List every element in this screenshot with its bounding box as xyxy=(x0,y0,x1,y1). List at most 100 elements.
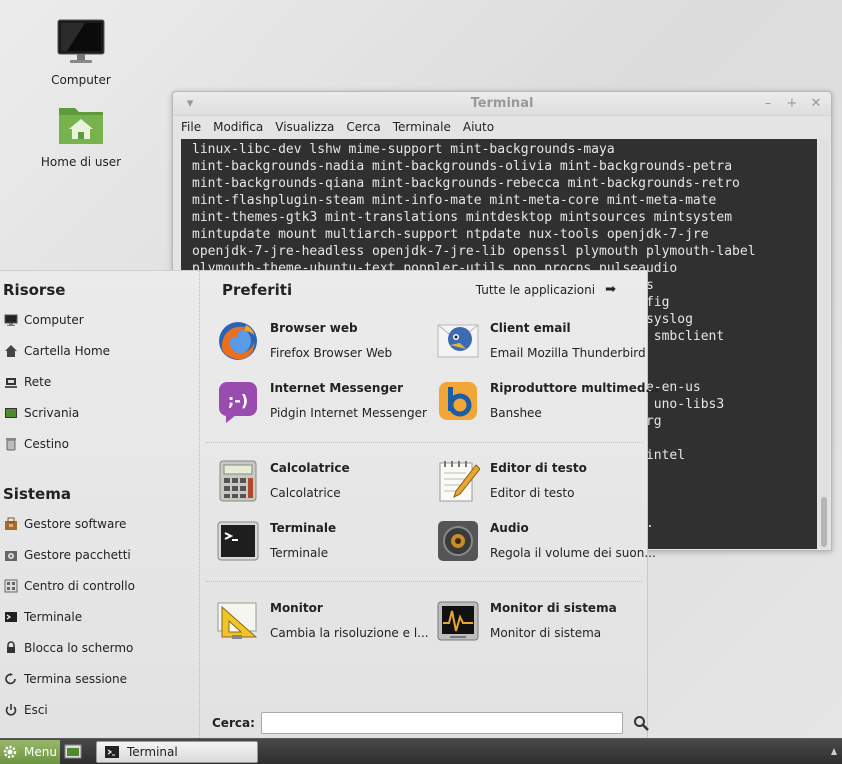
network-icon xyxy=(4,375,18,389)
package-manager-icon xyxy=(4,548,18,562)
app-client-email[interactable]: Client email Email Mozilla Thunderbird xyxy=(426,317,646,365)
text-editor-icon xyxy=(436,459,481,503)
app-monitor[interactable]: Monitor Cambia la risoluzione e l... xyxy=(206,597,429,645)
maximize-icon[interactable]: + xyxy=(783,95,801,113)
app-name: Client email xyxy=(490,321,571,335)
resources-title: Risorse xyxy=(3,281,66,299)
app-riproduttore-multimed[interactable]: Riproduttore multimed... Banshee xyxy=(426,377,659,425)
thunderbird-icon xyxy=(436,319,480,363)
menu-button-label: Menu xyxy=(24,745,57,759)
menu-item-label: Gestore software xyxy=(24,517,127,531)
terminal-line: mint-flashplugin-steam mint-info-mate mi… xyxy=(192,193,717,208)
terminal-icon xyxy=(216,519,260,563)
search-icon[interactable] xyxy=(633,715,649,731)
app-terminale[interactable]: Terminale Terminale xyxy=(206,517,416,565)
app-name: Audio xyxy=(490,521,529,535)
menu-item-esci[interactable]: Esci xyxy=(4,699,48,721)
menu-item-rete[interactable]: Rete xyxy=(4,371,51,393)
app-calcolatrice[interactable]: Calcolatrice Calcolatrice xyxy=(206,457,416,505)
terminal-line: mint-themes-gtk3 mint-translations mintd… xyxy=(192,210,733,225)
terminal-menu-aiuto[interactable]: Aiuto xyxy=(463,120,494,134)
taskbar: Menu Terminal xyxy=(0,738,842,764)
menu-button[interactable]: Menu xyxy=(0,740,60,764)
terminal-scrollbar[interactable] xyxy=(819,139,829,549)
menu-item-centro-di-controllo[interactable]: Centro di controllo xyxy=(4,575,135,597)
app-description: Firefox Browser Web xyxy=(270,346,393,360)
lock-icon xyxy=(4,641,18,655)
banshee-icon xyxy=(436,379,480,423)
terminal-menubar: File Modifica Visualizza Cerca Terminale Aiut… xyxy=(173,116,831,138)
menu-item-cartella-home[interactable]: Cartella Home xyxy=(4,340,110,362)
menu-item-label: Terminale xyxy=(24,610,83,624)
terminal-menu-terminale[interactable]: Terminale xyxy=(393,120,451,134)
menu-item-blocca-lo-schermo[interactable]: Blocca lo schermo xyxy=(4,637,133,659)
monitor-icon xyxy=(4,313,18,327)
firefox-icon xyxy=(216,319,260,363)
separator xyxy=(206,442,642,443)
menu-item-terminale[interactable]: Terminale xyxy=(4,606,82,628)
trash-icon xyxy=(4,437,18,451)
menu-item-scrivania[interactable]: Scrivania xyxy=(4,402,79,424)
terminal-title: Terminal xyxy=(470,96,534,111)
app-name: Editor di testo xyxy=(490,461,587,475)
scrollbar-thumb[interactable] xyxy=(821,497,827,547)
close-icon[interactable]: ✕ xyxy=(807,95,825,113)
terminal-icon xyxy=(105,746,119,758)
arrow-right-icon: ➡ xyxy=(605,282,616,297)
app-name: Riproduttore multimed... xyxy=(490,381,660,395)
power-icon xyxy=(4,703,18,717)
app-editor-di-testo[interactable]: Editor di testo Editor di testo xyxy=(426,457,636,505)
terminal-menu-visualizza[interactable]: Visualizza xyxy=(275,120,334,134)
tray-expand-icon[interactable] xyxy=(830,747,838,757)
taskbar-item-label: Terminal xyxy=(127,745,178,759)
search-input[interactable] xyxy=(260,712,623,734)
app-browser-web[interactable]: Browser web Firefox Browser Web xyxy=(206,317,416,365)
desktop-icon-label: Home di user xyxy=(40,155,122,169)
app-name: Internet Messenger xyxy=(270,381,404,395)
pidgin-icon: ;-) xyxy=(216,379,260,423)
desktop-icon-label: Computer xyxy=(51,73,111,87)
menu-item-cestino[interactable]: Cestino xyxy=(4,433,69,455)
terminal-line: openjdk-7-jre-headless openjdk-7-jre-lib… xyxy=(192,244,756,259)
terminal-menu-cerca[interactable]: Cerca xyxy=(346,120,380,134)
menu-left-column: Risorse Computer Cartella Home Rete Scrivan… xyxy=(0,271,200,738)
logout-icon xyxy=(4,672,18,686)
terminal-titlebar[interactable]: ▾ Terminal – + ✕ xyxy=(173,92,831,116)
app-audio[interactable]: Audio Regola il volume dei suon... xyxy=(426,517,656,565)
terminal-menu-file[interactable]: File xyxy=(181,120,201,134)
control-center-icon xyxy=(4,579,18,593)
terminal-line: mint-backgrounds-nadia mint-backgrounds-… xyxy=(192,159,733,174)
svg-text:;-): ;-) xyxy=(228,391,248,410)
terminal-line: mint-backgrounds-qiana mint-backgrounds-… xyxy=(192,176,740,191)
all-apps-button[interactable]: Tutte le applicazioni ➡ xyxy=(476,282,616,297)
menu-item-gestore-pacchetti[interactable]: Gestore pacchetti xyxy=(4,544,131,566)
minimize-icon[interactable]: – xyxy=(759,95,777,113)
system-monitor-icon xyxy=(436,599,480,643)
menu-right-column: Preferiti Tutte le applicazioni ➡ Browse… xyxy=(206,271,659,738)
menu-item-label: Gestore pacchetti xyxy=(24,548,131,562)
app-name: Browser web xyxy=(270,321,358,335)
show-desktop-icon[interactable] xyxy=(64,743,82,761)
app-name: Monitor di sistema xyxy=(490,601,617,615)
menu-item-label: Rete xyxy=(24,375,52,389)
app-name: Calcolatrice xyxy=(270,461,350,475)
separator xyxy=(206,581,642,582)
menu-item-computer[interactable]: Computer xyxy=(4,309,84,331)
menu-item-label: Termina sessione xyxy=(24,672,127,686)
app-name: Terminale xyxy=(270,521,337,535)
app-description: Cambia la risoluzione e l... xyxy=(270,626,429,640)
speaker-icon xyxy=(436,519,480,563)
desktop-icon-home[interactable]: Home di user xyxy=(36,102,126,169)
menu-item-gestore-software[interactable]: Gestore software xyxy=(4,513,126,535)
taskbar-item-terminal[interactable]: Terminal xyxy=(96,741,258,763)
app-description: Banshee xyxy=(490,406,542,420)
desktop-icon-computer[interactable]: Computer xyxy=(36,18,126,87)
menu-item-termina-sessione[interactable]: Termina sessione xyxy=(4,668,127,690)
app-monitor-di-sistema[interactable]: Monitor di sistema Monitor di sistema xyxy=(426,597,636,645)
app-internet-messenger[interactable]: ;-) Internet Messenger Pidgin Internet Mes… xyxy=(206,377,427,425)
desktop-icon xyxy=(4,406,18,420)
terminal-menu-modifica[interactable]: Modifica xyxy=(213,120,263,134)
app-description: Terminale xyxy=(270,546,329,560)
search-row: Cerca: xyxy=(212,712,649,734)
app-description: Calcolatrice xyxy=(270,486,341,500)
